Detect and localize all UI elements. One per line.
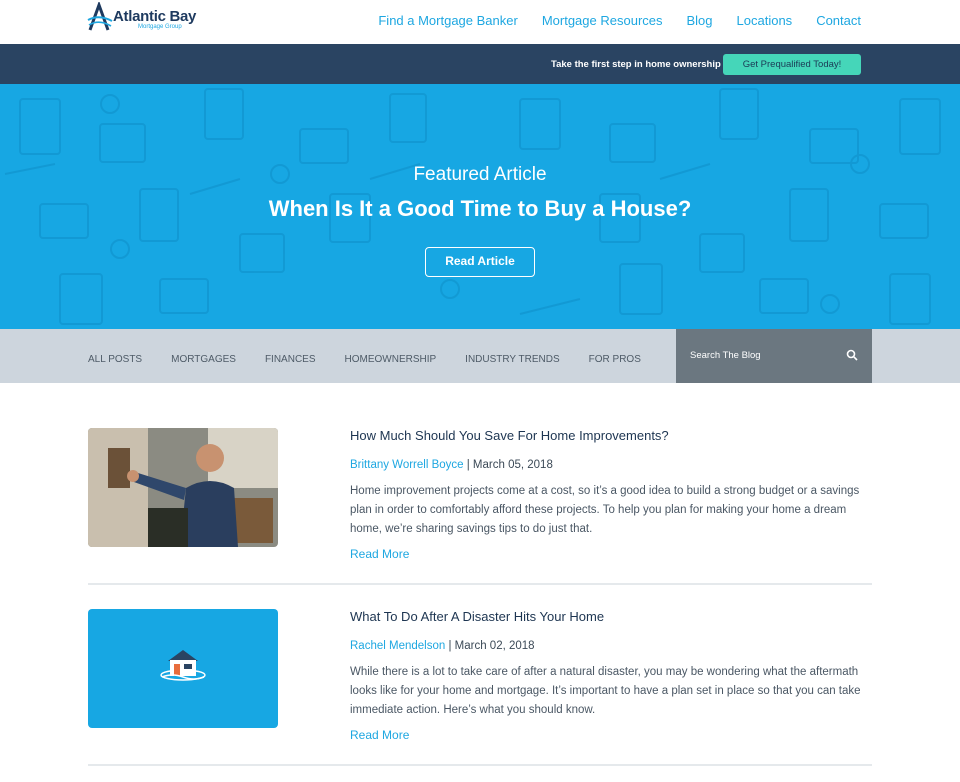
- search-icon[interactable]: [846, 349, 858, 361]
- nav-blog[interactable]: Blog: [687, 13, 713, 28]
- read-more-link[interactable]: Read More: [350, 547, 409, 561]
- search-input[interactable]: [690, 350, 840, 361]
- blog-post-card: What To Do After A Disaster Hits Your Ho…: [88, 609, 872, 749]
- post-title[interactable]: How Much Should You Save For Home Improv…: [350, 428, 669, 443]
- tab-homeownership[interactable]: HOMEOWNERSHIP: [345, 354, 437, 365]
- post-author-link[interactable]: Rachel Mendelson: [350, 640, 445, 652]
- featured-article-hero: Featured Article When Is It a Good Time …: [0, 84, 960, 329]
- post-title[interactable]: What To Do After A Disaster Hits Your Ho…: [350, 609, 604, 624]
- tab-finances[interactable]: FINANCES: [265, 354, 316, 365]
- man-fixing-cabinet-photo: [88, 428, 278, 547]
- read-more-link[interactable]: Read More: [350, 728, 409, 742]
- logo-tagline: Mortgage Group: [138, 24, 182, 30]
- nav-locations[interactable]: Locations: [737, 13, 793, 28]
- post-image-disaster[interactable]: [88, 609, 278, 728]
- logo-name: Atlantic Bay: [113, 8, 197, 25]
- tab-all-posts[interactable]: ALL POSTS: [88, 354, 142, 365]
- tab-for-pros[interactable]: FOR PROS: [589, 354, 641, 365]
- promo-bar: Take the first step in home ownership Ge…: [0, 44, 960, 84]
- nav-contact[interactable]: Contact: [816, 13, 861, 28]
- post-divider: [88, 583, 872, 585]
- post-divider: [88, 764, 872, 766]
- category-tabs: ALL POSTS MORTGAGES FINANCES HOMEOWNERSH…: [88, 354, 641, 365]
- tab-mortgages[interactable]: MORTGAGES: [171, 354, 236, 365]
- post-author-link[interactable]: Brittany Worrell Boyce: [350, 459, 464, 471]
- post-meta: Rachel Mendelson | March 02, 2018: [350, 640, 535, 652]
- nav-find-mortgage-banker[interactable]: Find a Mortgage Banker: [378, 13, 517, 28]
- atlantic-bay-logo[interactable]: Atlantic Bay Mortgage Group: [87, 2, 199, 34]
- post-image-home-improvement[interactable]: [88, 428, 278, 547]
- hero-title: When Is It a Good Time to Buy a House?: [268, 196, 692, 221]
- main-nav: Find a Mortgage Banker Mortgage Resource…: [378, 13, 861, 28]
- post-meta: Brittany Worrell Boyce | March 05, 2018: [350, 459, 553, 471]
- post-excerpt: Home improvement projects come at a cost…: [350, 485, 860, 535]
- tab-industry-trends[interactable]: INDUSTRY TRENDS: [465, 354, 559, 365]
- blog-post-card: How Much Should You Save For Home Improv…: [88, 428, 872, 568]
- post-date: | March 05, 2018: [466, 459, 553, 471]
- flooded-house-icon: [160, 650, 206, 681]
- blog-category-bar: ALL POSTS MORTGAGES FINANCES HOMEOWNERSH…: [0, 329, 960, 383]
- get-prequalified-button[interactable]: Get Prequalified Today!: [723, 54, 861, 75]
- logo-mark-icon: [87, 2, 113, 31]
- read-article-button[interactable]: Read Article: [425, 247, 535, 277]
- nav-mortgage-resources[interactable]: Mortgage Resources: [542, 13, 663, 28]
- hero-kicker: Featured Article: [413, 164, 547, 185]
- post-excerpt: While there is a lot to take care of aft…: [350, 666, 861, 716]
- post-date: | March 02, 2018: [448, 640, 535, 652]
- promo-text: Take the first step in home ownership: [551, 59, 721, 70]
- site-header: Atlantic Bay Mortgage Group Find a Mortg…: [0, 0, 960, 44]
- blog-search: [676, 329, 872, 383]
